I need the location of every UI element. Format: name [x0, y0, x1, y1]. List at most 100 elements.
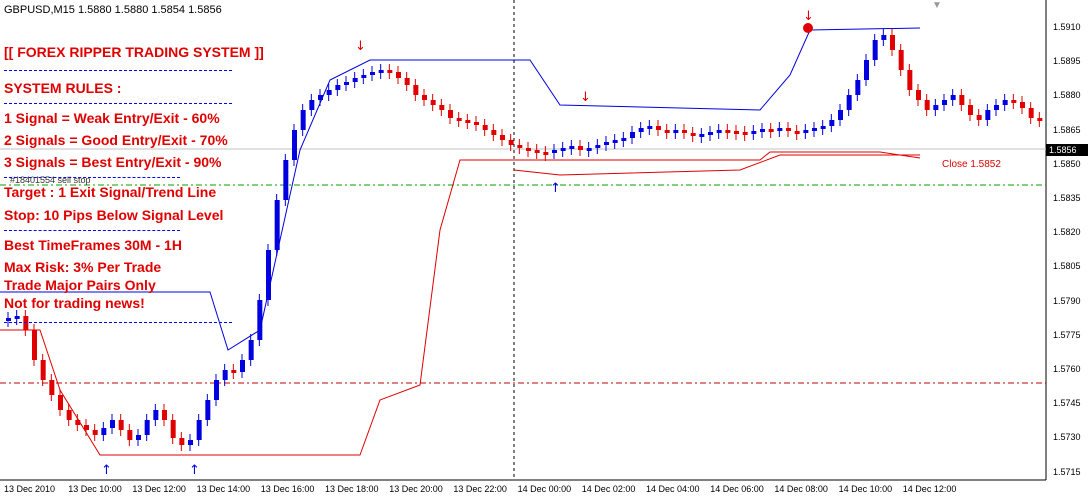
time-tick-label: 14 Dec 00:00	[517, 484, 572, 494]
candle	[1028, 108, 1034, 118]
arrow-down-icon: ↓	[803, 9, 814, 24]
candle	[569, 146, 575, 149]
candle	[508, 140, 514, 145]
time-tick-label: 14 Dec 04:00	[646, 484, 700, 494]
candle	[794, 131, 800, 134]
candle	[716, 130, 722, 133]
price-tick-label: 1.5745	[1053, 398, 1081, 409]
candle	[630, 132, 635, 138]
candle	[916, 90, 921, 100]
candle	[240, 360, 245, 372]
separator-line	[4, 103, 232, 104]
candle	[283, 160, 289, 200]
candle	[387, 70, 393, 73]
candle	[673, 130, 679, 133]
time-tick-label: 14 Dec 10:00	[838, 484, 893, 494]
candle	[127, 430, 133, 440]
candle	[742, 132, 748, 135]
time-tick-label: 13 Dec 22:00	[453, 484, 507, 494]
arrow-up-icon: ↑	[550, 181, 561, 196]
candle	[222, 370, 228, 380]
candle	[266, 250, 271, 300]
candle	[14, 316, 20, 319]
price-tick-label: 1.5760	[1053, 364, 1081, 374]
candle	[829, 120, 835, 126]
candle	[474, 122, 479, 125]
candle	[110, 420, 115, 428]
rule-line: Not for trading news!	[4, 295, 145, 311]
candle	[517, 145, 523, 148]
candle	[179, 438, 185, 445]
candle	[846, 95, 852, 110]
candle	[838, 110, 843, 120]
candle	[196, 420, 202, 440]
candle	[66, 410, 72, 420]
arrow-down-icon: ↓	[355, 39, 366, 54]
candle	[352, 78, 358, 82]
time-tick-label: 14 Dec 12:00	[902, 484, 957, 494]
candle	[803, 130, 809, 133]
candle	[699, 134, 705, 137]
candle	[396, 72, 401, 78]
candle	[456, 118, 462, 121]
price-tick-label: 1.5865	[1053, 124, 1081, 135]
rule-line: Trade Major Pairs Only	[4, 277, 156, 293]
candle	[214, 380, 219, 400]
candle	[768, 129, 774, 132]
candle	[318, 95, 323, 100]
symbol-header: GBPUSD,M15 1.5880 1.5880 1.5854 1.5856	[4, 4, 222, 16]
candle	[786, 128, 791, 131]
candle	[647, 126, 653, 129]
candle	[621, 138, 627, 141]
candle	[985, 110, 991, 120]
candle	[751, 131, 757, 134]
candle	[656, 126, 661, 130]
candle	[465, 120, 471, 123]
candle	[708, 132, 713, 135]
candle	[820, 126, 826, 129]
price-tick-label: 1.5790	[1053, 295, 1081, 306]
chart-shift-icon[interactable]: ▼	[932, 0, 942, 11]
candle	[690, 133, 696, 136]
candle	[205, 400, 211, 420]
price-tick-label: 1.5715	[1053, 466, 1081, 477]
price-tick-label: 1.5730	[1053, 432, 1081, 443]
price-tick-label: 1.5910	[1053, 22, 1081, 32]
current-price-badge: 1.5856	[1046, 144, 1088, 156]
separator-line	[4, 322, 232, 323]
candle	[959, 95, 965, 105]
candle	[664, 130, 670, 133]
candle	[23, 316, 29, 330]
rule-line: 1 Signal = Weak Entry/Exit - 60%	[4, 110, 220, 126]
candle	[560, 148, 566, 151]
candle	[422, 95, 427, 100]
candle	[153, 410, 159, 420]
time-tick-label: 14 Dec 06:00	[710, 484, 764, 494]
candle	[118, 420, 124, 430]
candle	[933, 105, 939, 110]
candle	[855, 80, 861, 95]
candle	[543, 152, 549, 155]
candle	[231, 370, 237, 373]
candle	[976, 115, 982, 120]
candle	[370, 72, 375, 75]
candle	[144, 420, 150, 435]
candle	[491, 130, 497, 135]
candle	[162, 410, 167, 420]
candle	[638, 128, 644, 132]
candle	[890, 35, 895, 50]
candle	[413, 85, 419, 95]
order-note: #18401554 sell stop	[10, 175, 91, 185]
candle	[760, 129, 765, 132]
candle	[994, 105, 999, 110]
price-tick-label: 1.5805	[1053, 261, 1081, 272]
price-tick-label: 1.5850	[1053, 158, 1081, 169]
candle	[448, 110, 453, 118]
candle	[344, 82, 349, 85]
candle	[248, 340, 254, 360]
candle	[257, 300, 263, 340]
candle	[595, 145, 601, 148]
candle	[950, 95, 956, 100]
candle	[552, 150, 557, 153]
candle	[881, 35, 887, 40]
